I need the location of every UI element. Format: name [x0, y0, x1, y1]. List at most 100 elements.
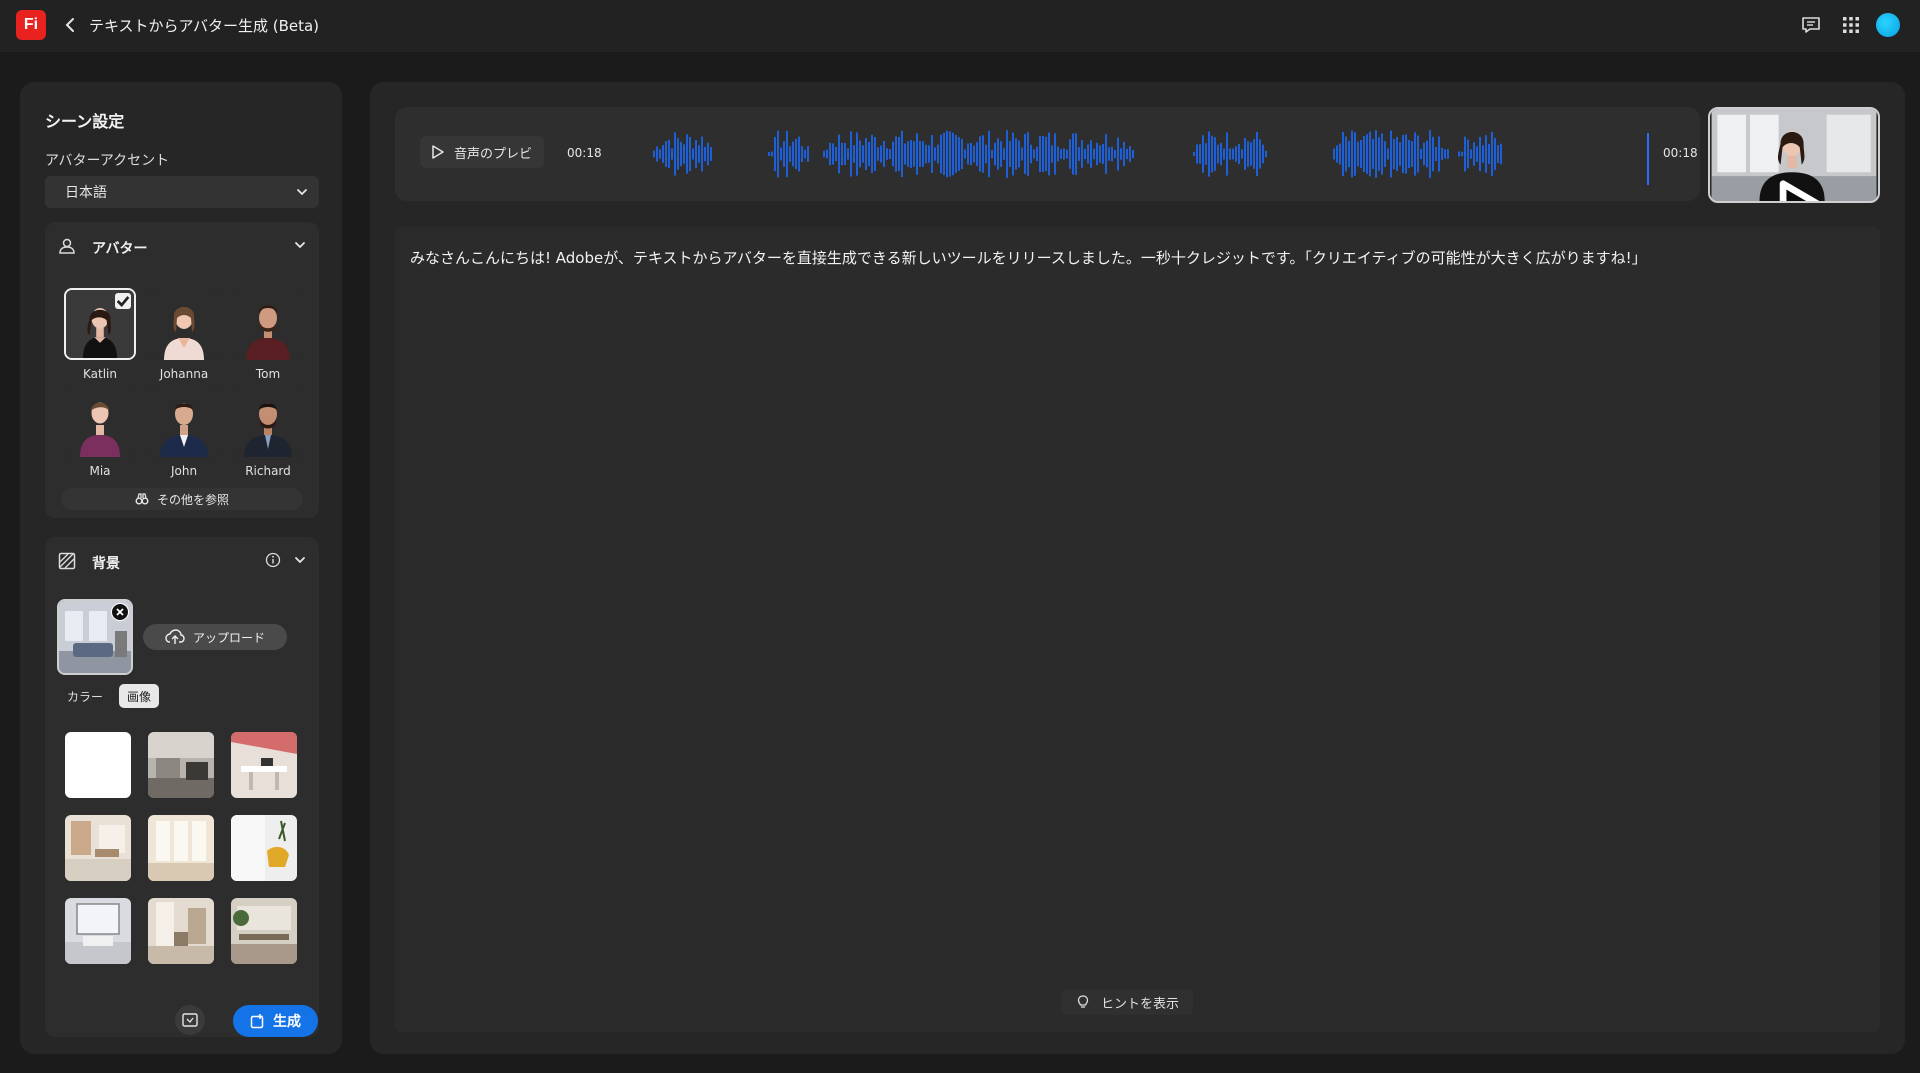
background-option[interactable] [148, 815, 214, 881]
avatar-card-richard[interactable] [232, 385, 304, 457]
waveform-bar [1232, 148, 1234, 160]
preview-layout-button[interactable] [175, 1005, 205, 1035]
audio-preview-label: 音声のプレビ [454, 146, 533, 162]
user-avatar[interactable] [1876, 13, 1900, 37]
avatar-card-katlin[interactable] [64, 288, 136, 360]
background-option[interactable] [231, 898, 297, 964]
waveform-bar [680, 141, 682, 167]
waveform-bar [656, 146, 658, 162]
waveform-bar [1057, 146, 1059, 162]
background-option[interactable] [65, 815, 131, 881]
waveform-bar [1214, 137, 1216, 171]
background-option[interactable] [231, 815, 297, 881]
waveform-bar [686, 134, 688, 174]
waveform-bar [991, 149, 993, 159]
waveform-bar [789, 146, 791, 162]
waveform-bar [1039, 135, 1041, 173]
person-icon [59, 238, 75, 254]
waveform-bar [1006, 130, 1008, 178]
waveform-bar [780, 147, 782, 161]
chevron-down-icon[interactable] [293, 238, 307, 252]
waveform-bar [886, 148, 888, 160]
accent-select[interactable]: 日本語 [45, 176, 319, 208]
waveform-bar [856, 132, 858, 176]
see-more-button[interactable]: その他を参照 [61, 488, 303, 510]
upload-button[interactable]: アップロード [143, 624, 287, 650]
waveform-bar [1105, 134, 1107, 174]
generate-button[interactable]: 生成 [233, 1005, 318, 1037]
waveform-bar [1244, 137, 1246, 171]
waveform-bar [931, 135, 933, 173]
show-hints-label: ヒントを表示 [1101, 996, 1180, 1012]
waveform-bar [804, 149, 806, 159]
avatar-card-mia[interactable] [64, 385, 136, 457]
waveform-bar [1226, 132, 1228, 176]
waveform-bar [970, 142, 972, 166]
waveform-bar [1339, 143, 1341, 165]
waveform-bar [1024, 134, 1026, 174]
waveform-bar [1205, 143, 1207, 165]
chevron-down-icon[interactable] [293, 553, 307, 567]
top-bar: Fi テキストからアバター生成 (Beta) [0, 0, 1920, 53]
waveform-bar [1354, 132, 1356, 176]
show-hints-button[interactable]: ヒントを表示 [1061, 989, 1194, 1015]
apps-grid-icon[interactable] [1839, 13, 1863, 37]
avatar-card-tom[interactable] [232, 288, 304, 360]
app-logo[interactable]: Fi [16, 10, 46, 40]
waveform-bar [922, 141, 924, 167]
waveform-bar [1381, 133, 1383, 175]
waveform-bar [892, 141, 894, 167]
back-chevron-icon[interactable] [62, 15, 78, 35]
waveform-bar [1429, 130, 1431, 178]
audio-timeline[interactable]: 音声のプレビ 00:18 00:18 [395, 107, 1700, 201]
waveform-bar [1063, 148, 1065, 160]
waveform-bar [1426, 140, 1428, 168]
waveform-bar [1393, 138, 1395, 170]
background-option[interactable] [231, 732, 297, 798]
background-option-white[interactable] [65, 732, 131, 798]
audio-waveform[interactable] [653, 124, 1553, 184]
see-more-label: その他を参照 [156, 492, 229, 507]
video-preview-thumbnail[interactable] [1708, 107, 1880, 203]
playhead[interactable] [1647, 133, 1649, 185]
waveform-bar [880, 145, 882, 163]
waveform-bar [859, 140, 861, 168]
play-icon [432, 145, 444, 159]
waveform-bar [1241, 149, 1243, 159]
binoculars-icon [135, 493, 149, 505]
waveform-bar [940, 134, 942, 174]
waveform-bar [1229, 148, 1231, 160]
waveform-bar [1387, 148, 1389, 160]
waveform-bar [1045, 136, 1047, 172]
layout-icon [182, 1013, 198, 1027]
waveform-bar [823, 150, 825, 158]
waveform-bar [1372, 139, 1374, 169]
avatar-photo [148, 385, 220, 457]
avatar-card-john[interactable] [148, 385, 220, 457]
tab-image[interactable]: 画像 [119, 684, 160, 708]
waveform-bar [877, 147, 879, 161]
waveform-bar [1217, 144, 1219, 164]
waveform-bar [988, 130, 990, 178]
info-icon[interactable] [265, 552, 281, 568]
audio-preview-button[interactable]: 音声のプレビ [420, 136, 545, 168]
comment-icon[interactable] [1799, 13, 1823, 37]
waveform-bar [904, 143, 906, 165]
waveform-bar [783, 141, 785, 167]
background-option[interactable] [148, 732, 214, 798]
waveform-bar [1396, 136, 1398, 172]
remove-background-icon[interactable] [111, 603, 129, 621]
scene-settings-panel: シーン設定 アバターアクセント 日本語 アバター Katlin Johanna … [20, 82, 342, 1054]
script-textarea[interactable]: みなさんこんにちは! Adobeが、テキストからアバターを直接生成できる新しいツ… [395, 227, 1880, 1032]
play-video-icon[interactable] [1720, 167, 1880, 203]
background-option[interactable] [148, 898, 214, 964]
avatar-card-johanna[interactable] [148, 288, 220, 360]
waveform-bar [1048, 132, 1050, 176]
waveform-bar [801, 145, 803, 163]
tab-color[interactable]: カラー [59, 684, 111, 708]
waveform-bar [1351, 130, 1353, 178]
waveform-bar [1102, 144, 1104, 164]
waveform-bar [704, 146, 706, 162]
waveform-bar [1408, 139, 1410, 169]
background-option[interactable] [65, 898, 131, 964]
